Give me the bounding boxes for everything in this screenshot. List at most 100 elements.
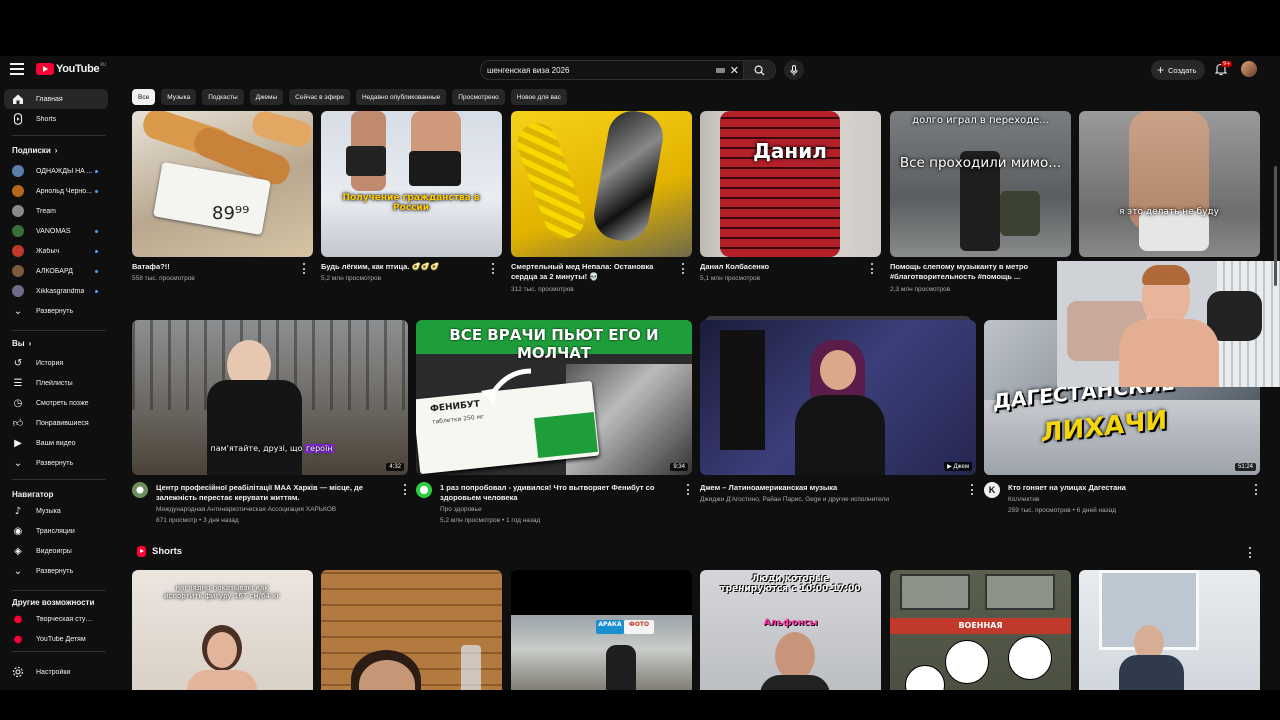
subscription-item[interactable]: АЛКОБАРД [4,261,108,281]
search-box[interactable]: шенгенская виза 2026 ✕ [480,60,744,80]
more-actions-icon[interactable] [491,263,494,274]
sidebar-item-explore-2[interactable]: ◈ Видеоигры [4,541,108,561]
subscription-item[interactable]: VANOMAS [4,221,108,241]
chip-7[interactable]: Новое для вас [510,89,567,105]
logo-region: RU [100,61,107,67]
video-thumbnail[interactable]: ▶ Джем [700,320,976,475]
keyboard-icon[interactable] [715,67,725,73]
video-title[interactable]: Кто гоняет на улицах Дагестана [1008,483,1238,493]
short-thumbnail[interactable]: Люди,которые тренируются с 10:00-17:00 А… [700,570,881,690]
more-actions-icon[interactable] [870,263,873,274]
sidebar-item-you-0[interactable]: ↺ История [4,353,108,373]
scrollbar-thumb[interactable] [1274,166,1277,286]
more-actions-icon[interactable] [403,484,406,495]
voice-search-button[interactable] [784,60,804,80]
search-button[interactable] [744,60,776,80]
channel-name[interactable]: Коллектив [1008,494,1039,505]
sidebar-item-you-2[interactable]: ◷ Смотреть позже [4,393,108,413]
chip-5[interactable]: Недавно опубликованные [355,89,447,105]
subscription-item[interactable]: Xikkasgrandma [4,281,108,301]
chevron-down-icon: ⌄ [13,565,23,577]
gaming-icon: ◈ [14,545,22,557]
video-title[interactable]: Помощь слепому музыканту в метро #благот… [890,262,1050,282]
short-caption: наглядно показываю как испортить фигуру … [163,584,281,600]
youtube-logo[interactable]: YouTube RU [36,61,107,75]
subscription-item[interactable]: Жабыч [4,241,108,261]
short-thumbnail[interactable]: ВОЕННАЯ [890,570,1071,690]
sidebar-item-you-1[interactable]: ☰ Плейлисты [4,373,108,393]
video-thumbnail[interactable]: пам'ятайте, друзі, що героїн 4:32 [132,320,408,475]
sidebar-item-label: Музыка [36,507,61,515]
video-title[interactable]: Джем – Латиноамериканская музыка [700,483,960,493]
sidebar-item-settings[interactable]: Настройки [4,662,108,682]
sidebar-item-more-0[interactable]: ● Творческая студи... [4,609,108,629]
sidebar-item-you-4[interactable]: ▶ Ваши видео [4,433,108,453]
more-heading: Другие возможности [12,598,94,607]
video-title[interactable]: 1 раз попробовал - удивился! Что вытворя… [440,483,670,503]
more-actions-icon[interactable] [1248,547,1251,558]
video-title[interactable]: Ватафа?!! [132,262,292,272]
chip-2[interactable]: Подкасты [202,89,244,105]
more-actions-icon[interactable] [681,263,684,274]
subscription-item[interactable]: Арнольд Черно... [4,181,108,201]
sidebar-item-shorts[interactable]: Shorts [4,109,108,129]
subscriptions-expand[interactable]: ⌄ Развернуть [4,301,108,321]
chip-0[interactable]: Все [132,89,156,105]
youtube-app: YouTube RU шенгенская виза 2026 ✕ + Созд… [0,56,1280,690]
chevron-right-icon: › [28,339,32,348]
channel-name[interactable]: Про здоровье [440,504,482,515]
subscription-item[interactable]: Tream [4,201,108,221]
shop-sign-2: ФОТО [628,621,650,628]
chip-4[interactable]: Сейчас в эфире [289,89,350,105]
sidebar-item-label: История [36,359,64,367]
sidebar-item-explore-0[interactable]: ♪ Музыка [4,501,108,521]
more-actions-icon[interactable] [1254,484,1257,495]
you-title: Вы [12,339,25,348]
more-actions-icon[interactable] [686,484,689,495]
video-thumbnail[interactable]: 89⁹⁹ [132,111,313,257]
sidebar-item-explore-3[interactable]: ⌄ Развернуть [4,561,108,581]
chip-3[interactable]: Джемы [249,89,284,105]
video-thumbnail[interactable]: Данил [700,111,881,257]
short-thumbnail[interactable]: наглядно показываю как испортить фигуру … [132,570,313,690]
search-input[interactable]: шенгенская виза 2026 [487,66,716,75]
chip-6[interactable]: Просмотрено [452,89,505,105]
short-thumbnail[interactable] [1079,570,1260,690]
clear-icon[interactable]: ✕ [730,65,739,76]
video-title[interactable]: Смертельный мед Непала: Остановка сердца… [511,262,671,282]
more-actions-icon[interactable] [970,484,973,495]
sidebar-item-you-3[interactable]: 👍︎ Понравившиеся [4,413,108,433]
channel-avatar[interactable] [132,482,148,498]
video-title[interactable]: Центр професійної реабілітації МАА Харкі… [156,483,386,503]
sidebar-item-you-5[interactable]: ⌄ Развернуть [4,453,108,473]
video-meta: 2,3 млн просмотров [890,286,951,293]
menu-icon[interactable] [10,63,24,75]
video-title[interactable]: Данил Колбасенко [700,262,860,272]
mic-icon [790,64,798,75]
channel-name[interactable]: Международная Антинаркотическая Ассоциац… [156,504,386,515]
subscriptions-heading[interactable]: Подписки › [12,146,57,155]
short-thumbnail[interactable] [321,570,502,690]
short-thumbnail[interactable]: АРАКА ФОТО [511,570,692,690]
sidebar-item-explore-1[interactable]: ◉ Трансляции [4,521,108,541]
you-heading[interactable]: Вы › [12,339,31,348]
youtube-play-icon [36,63,54,75]
more-actions-icon[interactable] [302,263,305,274]
channel-avatar[interactable] [416,482,432,498]
video-thumbnail[interactable]: Получение гражданства в России [321,111,502,257]
video-thumbnail[interactable]: ВСЕ ВРАЧИ ПЬЮТ ЕГО И МОЛЧАТ ФЕНИБУТ табл… [416,320,692,475]
create-button[interactable]: + Создать [1151,60,1205,80]
sidebar-item-more-1[interactable]: ● YouTube Детям [4,629,108,649]
channel-name[interactable]: Джиджи Д'Агостино, Райан Парис, Gege и д… [700,494,960,505]
video-thumbnail[interactable]: я это делать не буду [1079,111,1260,257]
chip-1[interactable]: Музыка [161,89,197,105]
new-content-dot [95,269,98,273]
subscription-item[interactable]: ОДНАЖДЫ НА ... [4,161,108,181]
channel-avatar[interactable]: K [984,482,1000,498]
account-avatar[interactable] [1241,61,1257,77]
video-thumbnail[interactable] [511,111,692,257]
sidebar-item-home[interactable]: Главная [4,89,108,109]
video-title[interactable]: Будь лёгким, как птица. 🥑🥑🥑 [321,262,481,272]
thumbnail-caption: Все проходили мимо... [899,155,1062,171]
video-thumbnail[interactable]: долго играл в переходе... Все проходили … [890,111,1071,257]
